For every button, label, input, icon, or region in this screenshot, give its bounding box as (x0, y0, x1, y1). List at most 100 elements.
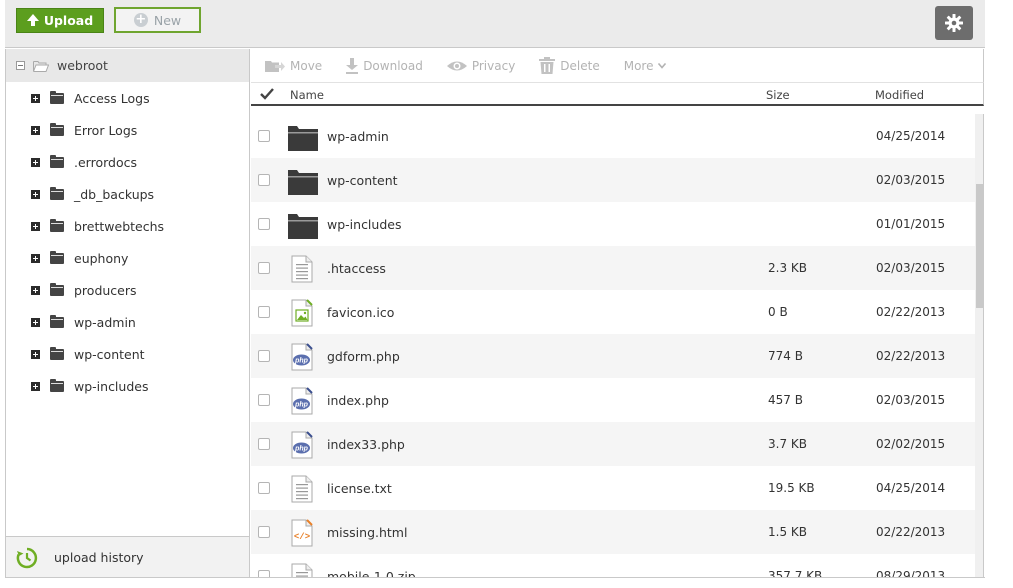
tree-item-label: euphony (74, 250, 129, 266)
folder-icon (288, 214, 318, 239)
folder-icon (50, 250, 64, 264)
row-checkbox[interactable] (258, 130, 270, 142)
upload-button-label: Upload (43, 13, 94, 28)
folder-icon (50, 90, 64, 104)
new-button[interactable]: + New (114, 7, 201, 33)
file-name[interactable]: gdform.php (327, 349, 400, 364)
folder-tree: webroot Access Logs Error Logs .errordocs _… (5, 49, 250, 577)
privacy-button[interactable]: Privacy (446, 59, 515, 73)
file-name[interactable]: index33.php (327, 437, 405, 452)
tree-items: Access Logs Error Logs .errordocs _db_backu… (6, 82, 249, 402)
expand-icon[interactable] (31, 285, 40, 295)
tree-item-folder[interactable]: Error Logs (6, 114, 249, 146)
file-modified: 02/03/2015 (876, 393, 946, 407)
file-name[interactable]: license.txt (327, 481, 392, 496)
tree-item-folder[interactable]: Access Logs (6, 82, 249, 114)
expand-icon[interactable] (31, 189, 40, 199)
folder-icon (50, 154, 64, 168)
new-button-label: New (153, 12, 182, 28)
expand-icon[interactable] (31, 253, 40, 263)
file-name[interactable]: wp-includes (327, 217, 401, 232)
expand-icon[interactable] (31, 157, 40, 167)
file-row[interactable]: php gdform.php 774 B 02/22/2013 (251, 334, 975, 378)
upload-history-button[interactable]: upload history (5, 536, 250, 578)
column-modified[interactable]: Modified (875, 88, 924, 102)
tree-root-webroot[interactable]: webroot (6, 49, 249, 82)
download-button[interactable]: Download (346, 57, 423, 74)
expand-icon[interactable] (31, 349, 40, 359)
file-row[interactable]: wp-admin 04/25/2014 (251, 114, 975, 158)
file-row[interactable]: wp-includes 01/01/2015 (251, 202, 975, 246)
row-checkbox[interactable] (258, 482, 270, 494)
file-row[interactable]: favicon.ico 0 B 02/22/2013 (251, 290, 975, 334)
tree-item-label: brettwebtechs (74, 218, 165, 234)
file-modified: 02/22/2013 (876, 305, 946, 319)
row-checkbox[interactable] (258, 174, 270, 186)
file-modified: 02/03/2015 (876, 173, 946, 187)
row-checkbox[interactable] (258, 394, 270, 406)
expand-icon[interactable] (31, 317, 40, 327)
file-type-icon (288, 123, 318, 151)
row-checkbox[interactable] (258, 306, 270, 318)
expand-icon[interactable] (31, 125, 40, 135)
history-clock-icon (16, 547, 38, 568)
expand-icon[interactable] (31, 221, 40, 231)
move-folder-icon (265, 60, 285, 72)
row-checkbox[interactable] (258, 218, 270, 230)
column-name[interactable]: Name (290, 88, 324, 102)
column-size[interactable]: Size (766, 88, 790, 102)
file-row[interactable]: .htaccess 2.3 KB 02/03/2015 (251, 246, 975, 290)
tree-item-folder[interactable]: .errordocs (6, 146, 249, 178)
row-checkbox[interactable] (258, 350, 270, 362)
file-name[interactable]: wp-admin (327, 129, 389, 144)
collapse-icon[interactable] (16, 61, 25, 70)
file-name[interactable]: favicon.ico (327, 305, 394, 320)
file-action-bar: Move Download Privacy Delete More (251, 49, 984, 82)
scrollbar-thumb[interactable] (976, 184, 984, 308)
upload-button[interactable]: Upload (16, 8, 104, 33)
file-type-icon: php (288, 431, 318, 459)
file-row[interactable]: php index33.php 3.7 KB 02/02/2015 (251, 422, 975, 466)
tree-item-folder[interactable]: wp-admin (6, 306, 249, 338)
tree-item-folder[interactable]: wp-content (6, 338, 249, 370)
tree-item-folder[interactable]: wp-includes (6, 370, 249, 402)
file-modified: 02/03/2015 (876, 261, 946, 275)
html-file-icon: </> (291, 519, 313, 547)
trash-icon (539, 57, 556, 74)
tree-item-folder[interactable]: producers (6, 274, 249, 306)
tree-item-label: wp-content (74, 346, 145, 362)
expand-icon[interactable] (31, 93, 40, 103)
file-list-scrollbar[interactable] (975, 114, 984, 578)
tree-item-label: wp-includes (74, 378, 149, 394)
folder-open-icon (33, 60, 49, 72)
row-checkbox[interactable] (258, 262, 270, 274)
delete-button[interactable]: Delete (539, 57, 600, 74)
top-toolbar: Upload + New (5, 0, 985, 48)
upload-history-label: upload history (54, 550, 144, 565)
file-modified: 04/25/2014 (876, 129, 946, 143)
file-size: 19.5 KB (768, 481, 815, 495)
file-list-header: Name Size Modified (251, 82, 984, 106)
settings-button[interactable] (935, 6, 973, 40)
tree-item-folder[interactable]: euphony (6, 242, 249, 274)
row-checkbox[interactable] (258, 526, 270, 538)
more-dropdown[interactable]: More (624, 59, 667, 73)
file-name[interactable]: index.php (327, 393, 389, 408)
file-type-icon: php (288, 343, 318, 371)
svg-text:php: php (294, 358, 309, 365)
tree-item-folder[interactable]: brettwebtechs (6, 210, 249, 242)
file-row[interactable]: mobile-1.0.zip 357.7 KB 08/29/2013 (251, 554, 975, 578)
file-name[interactable]: missing.html (327, 525, 407, 540)
tree-item-label: _db_backups (74, 186, 155, 202)
file-row[interactable]: wp-content 02/03/2015 (251, 158, 975, 202)
move-button[interactable]: Move (265, 59, 322, 73)
expand-icon[interactable] (31, 381, 40, 391)
file-row[interactable]: license.txt 19.5 KB 04/25/2014 (251, 466, 975, 510)
row-checkbox[interactable] (258, 438, 270, 450)
file-name[interactable]: .htaccess (327, 261, 386, 276)
file-row[interactable]: php index.php 457 B 02/03/2015 (251, 378, 975, 422)
file-row[interactable]: </> missing.html 1.5 KB 02/22/2013 (251, 510, 975, 554)
select-all-checkmark-icon[interactable] (260, 88, 274, 100)
file-name[interactable]: wp-content (327, 173, 398, 188)
tree-item-folder[interactable]: _db_backups (6, 178, 249, 210)
